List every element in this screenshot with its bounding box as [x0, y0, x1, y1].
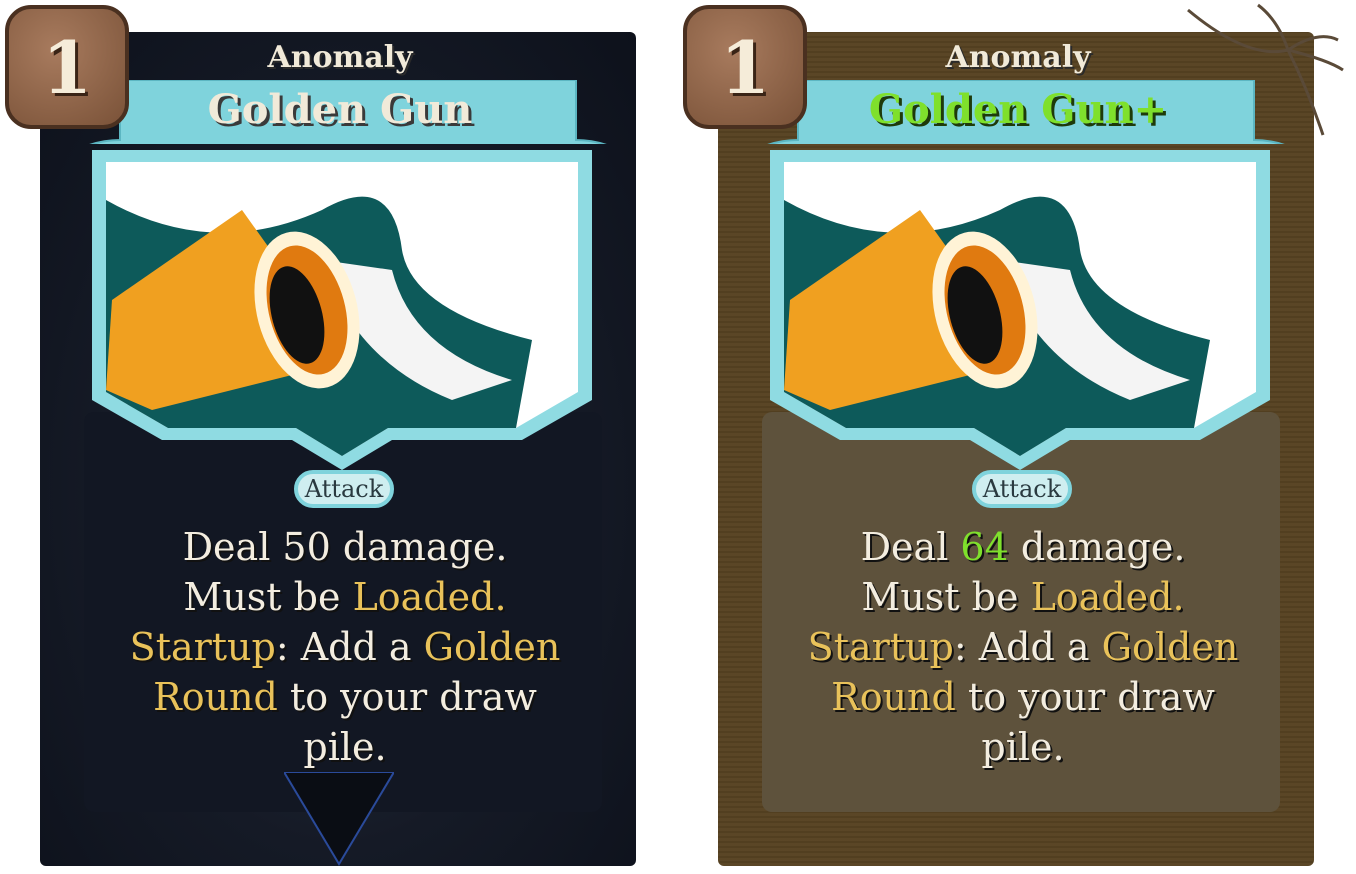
card-category-label: Attack [972, 470, 1072, 508]
card-golden-gun[interactable]: 1 Anomaly Golden Gun Attack Deal 50 dama… [0, 0, 680, 874]
card-description: Deal 64 damage. Must be Loaded. Startup:… [807, 525, 1239, 769]
card-art [92, 150, 592, 470]
card-category-label: Attack [294, 470, 394, 508]
card-type: Anomaly [267, 40, 413, 75]
card-golden-gun-upgraded[interactable]: 1 Anomaly Golden Gun+ Attack Deal 64 dam… [678, 0, 1356, 874]
card-art [770, 150, 1270, 470]
card-description: Deal 50 damage. Must be Loaded. Startup:… [129, 525, 561, 769]
twine-icon [1187, 3, 1344, 136]
card-title: Golden Gun [207, 86, 473, 133]
triangle-icon [284, 772, 394, 866]
